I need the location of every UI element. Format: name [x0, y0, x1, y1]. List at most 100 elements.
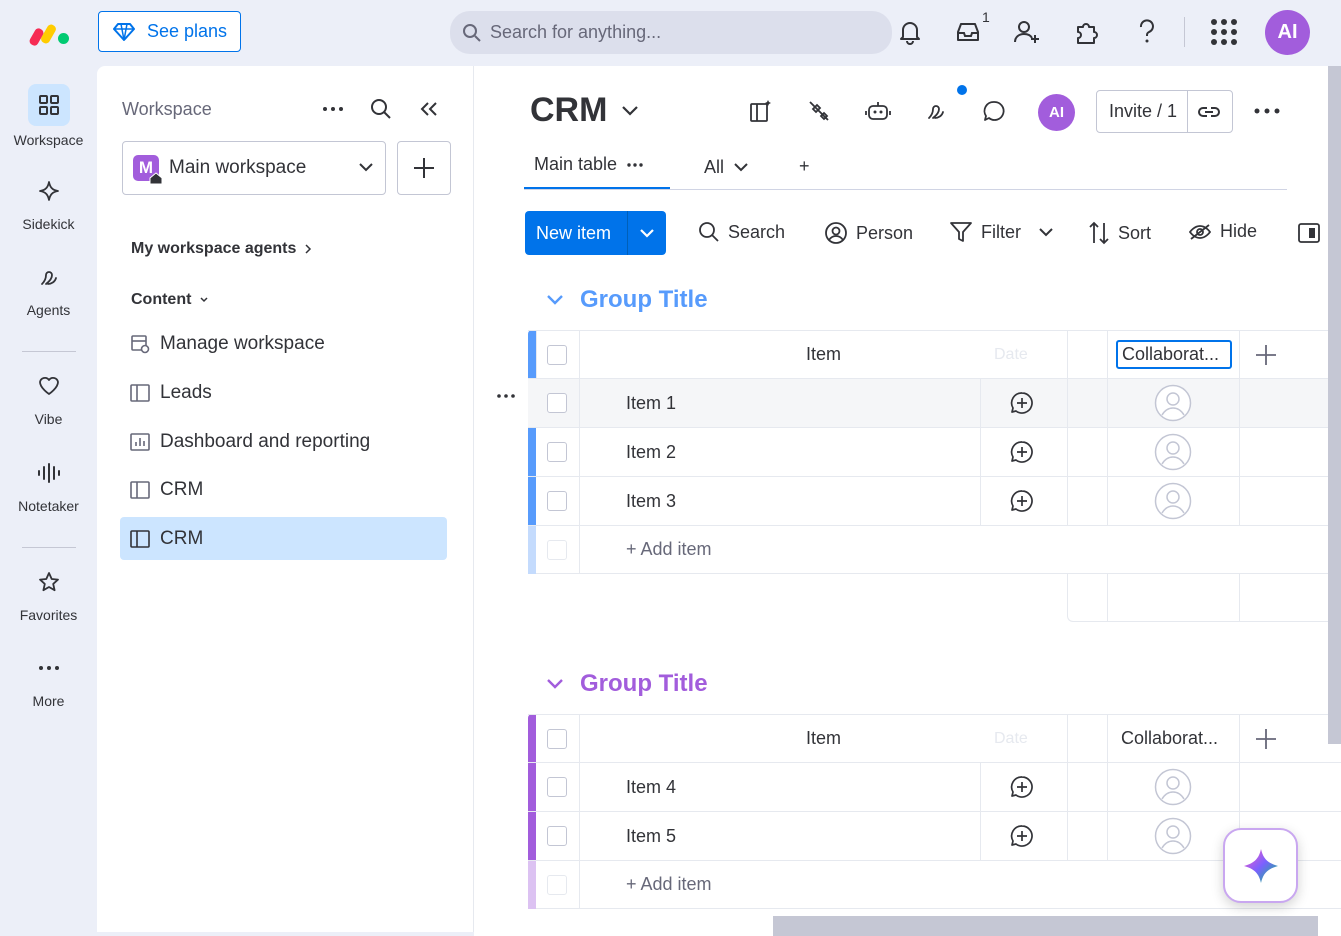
table-header: Item Date Collaborat... [528, 330, 1341, 379]
add-update-icon[interactable] [1010, 477, 1034, 525]
person-avatar-placeholder[interactable] [1154, 477, 1192, 525]
table-row[interactable]: Item 3 [528, 477, 1341, 526]
add-column-button[interactable] [1255, 715, 1277, 762]
tab-all[interactable]: All [704, 157, 748, 178]
tab-main-table[interactable]: Main table [534, 154, 643, 175]
apps-grid-icon[interactable] [1209, 17, 1239, 47]
layout-panel-icon[interactable] [1294, 218, 1324, 248]
nav-sidekick[interactable]: Sidekick [0, 170, 97, 232]
hide-button[interactable]: Hide [1188, 221, 1257, 242]
tree-item-label: Leads [160, 381, 212, 403]
group-title[interactable]: Group Title [546, 670, 708, 698]
board-user-avatar[interactable]: AI [1038, 94, 1075, 131]
diamond-icon [113, 22, 135, 42]
item-name[interactable]: Item 4 [626, 763, 676, 811]
puzzle-icon[interactable] [1072, 17, 1102, 47]
more-icon[interactable] [627, 162, 643, 167]
table-row[interactable]: Item 1 [528, 379, 1341, 428]
nav-notetaker[interactable]: Notetaker [0, 452, 97, 514]
add-column-button[interactable] [1255, 331, 1277, 378]
workspace-select[interactable]: M Main workspace [122, 141, 386, 195]
row-checkbox[interactable] [547, 477, 567, 525]
board-more-icon[interactable] [1252, 96, 1282, 126]
add-update-icon[interactable] [1010, 428, 1034, 476]
table-row[interactable]: Item 5 [528, 812, 1341, 861]
nav-agents[interactable]: Agents [0, 256, 97, 318]
tree-item-manage-workspace[interactable]: Manage workspace [120, 322, 447, 365]
table-row[interactable]: Item 4 [528, 763, 1341, 812]
filter-button[interactable]: Filter [949, 221, 1053, 243]
help-icon[interactable] [1132, 17, 1162, 47]
nav-more[interactable]: More [0, 647, 97, 709]
chevron-down-icon[interactable] [546, 294, 564, 306]
table-row[interactable]: Item 2 [528, 428, 1341, 477]
row-checkbox[interactable] [547, 812, 567, 860]
search-icon[interactable] [366, 94, 396, 124]
vertical-scrollbar[interactable] [1328, 66, 1341, 744]
monday-logo[interactable] [28, 20, 72, 48]
person-avatar-placeholder[interactable] [1154, 763, 1192, 811]
row-checkbox[interactable] [547, 763, 567, 811]
person-filter-button[interactable]: Person [824, 221, 913, 245]
group-title[interactable]: Group Title [546, 286, 708, 314]
automations-robot-icon[interactable] [863, 96, 893, 126]
see-plans-button[interactable]: See plans [98, 11, 241, 52]
board-title[interactable]: CRM [530, 91, 639, 130]
add-item-row[interactable]: + Add item [528, 861, 1341, 909]
add-update-icon[interactable] [1010, 379, 1034, 427]
tree-item-crm-active[interactable]: CRM [120, 517, 447, 560]
tree-item-leads[interactable]: Leads [120, 371, 447, 414]
horizontal-scrollbar[interactable] [773, 916, 1318, 936]
selected-workspace: Main workspace [169, 157, 307, 178]
column-header-collaborators[interactable]: Collaborat... [1121, 715, 1218, 762]
row-more-icon[interactable] [496, 394, 516, 398]
add-update-icon[interactable] [1010, 763, 1034, 811]
invite-button[interactable]: Invite / 1 [1096, 90, 1233, 133]
more-icon[interactable] [318, 94, 348, 124]
person-avatar-placeholder[interactable] [1154, 812, 1192, 860]
workspace-agents-link[interactable]: My workspace agents [131, 240, 312, 258]
new-item-button[interactable]: New item [525, 211, 666, 255]
add-item-input[interactable]: + Add item [626, 526, 712, 573]
select-all-checkbox[interactable] [547, 331, 567, 378]
bell-icon[interactable] [895, 17, 925, 47]
inbox-icon[interactable] [953, 17, 983, 47]
integrations-icon[interactable] [804, 96, 834, 126]
updates-chat-icon[interactable] [979, 96, 1009, 126]
tree-item-label: Manage workspace [160, 332, 325, 354]
add-view-button[interactable]: + [799, 156, 810, 177]
person-avatar-placeholder[interactable] [1154, 428, 1192, 476]
sidekick-board-icon[interactable] [746, 96, 776, 126]
add-item-row[interactable]: + Add item [528, 526, 1341, 574]
nav-workspace[interactable]: Workspace [0, 84, 97, 148]
column-header-collaborators-editing[interactable]: Collaborat... [1116, 331, 1232, 378]
user-avatar[interactable]: AI [1265, 10, 1310, 55]
tree-item-dashboard[interactable]: Dashboard and reporting [120, 420, 447, 463]
add-update-icon[interactable] [1010, 812, 1034, 860]
add-to-workspace-button[interactable] [397, 141, 451, 195]
content-section-toggle[interactable]: Content [131, 291, 209, 309]
select-all-checkbox[interactable] [547, 715, 567, 762]
collapse-icon[interactable] [414, 94, 444, 124]
chevron-down-icon[interactable] [628, 228, 654, 238]
chevron-down-icon[interactable] [546, 678, 564, 690]
search-button[interactable]: Search [698, 221, 785, 243]
item-name[interactable]: Item 5 [626, 812, 676, 860]
row-checkbox[interactable] [547, 379, 567, 427]
chevron-down-icon[interactable] [1039, 227, 1053, 237]
row-checkbox[interactable] [547, 428, 567, 476]
person-avatar-placeholder[interactable] [1154, 379, 1192, 427]
nav-vibe[interactable]: Vibe [0, 365, 97, 427]
global-search-input[interactable]: Search for anything... [450, 11, 892, 54]
nav-favorites[interactable]: Favorites [0, 561, 97, 623]
item-name[interactable]: Item 3 [626, 477, 676, 525]
link-icon[interactable] [1188, 105, 1221, 119]
sort-button[interactable]: Sort [1088, 221, 1151, 245]
invite-members-icon[interactable] [1012, 17, 1042, 47]
tree-item-crm[interactable]: CRM [120, 468, 447, 511]
add-item-input[interactable]: + Add item [626, 861, 712, 908]
sidekick-floating-button[interactable] [1223, 828, 1298, 903]
item-name[interactable]: Item 1 [626, 379, 676, 427]
agents-icon[interactable] [922, 96, 952, 126]
item-name[interactable]: Item 2 [626, 428, 676, 476]
